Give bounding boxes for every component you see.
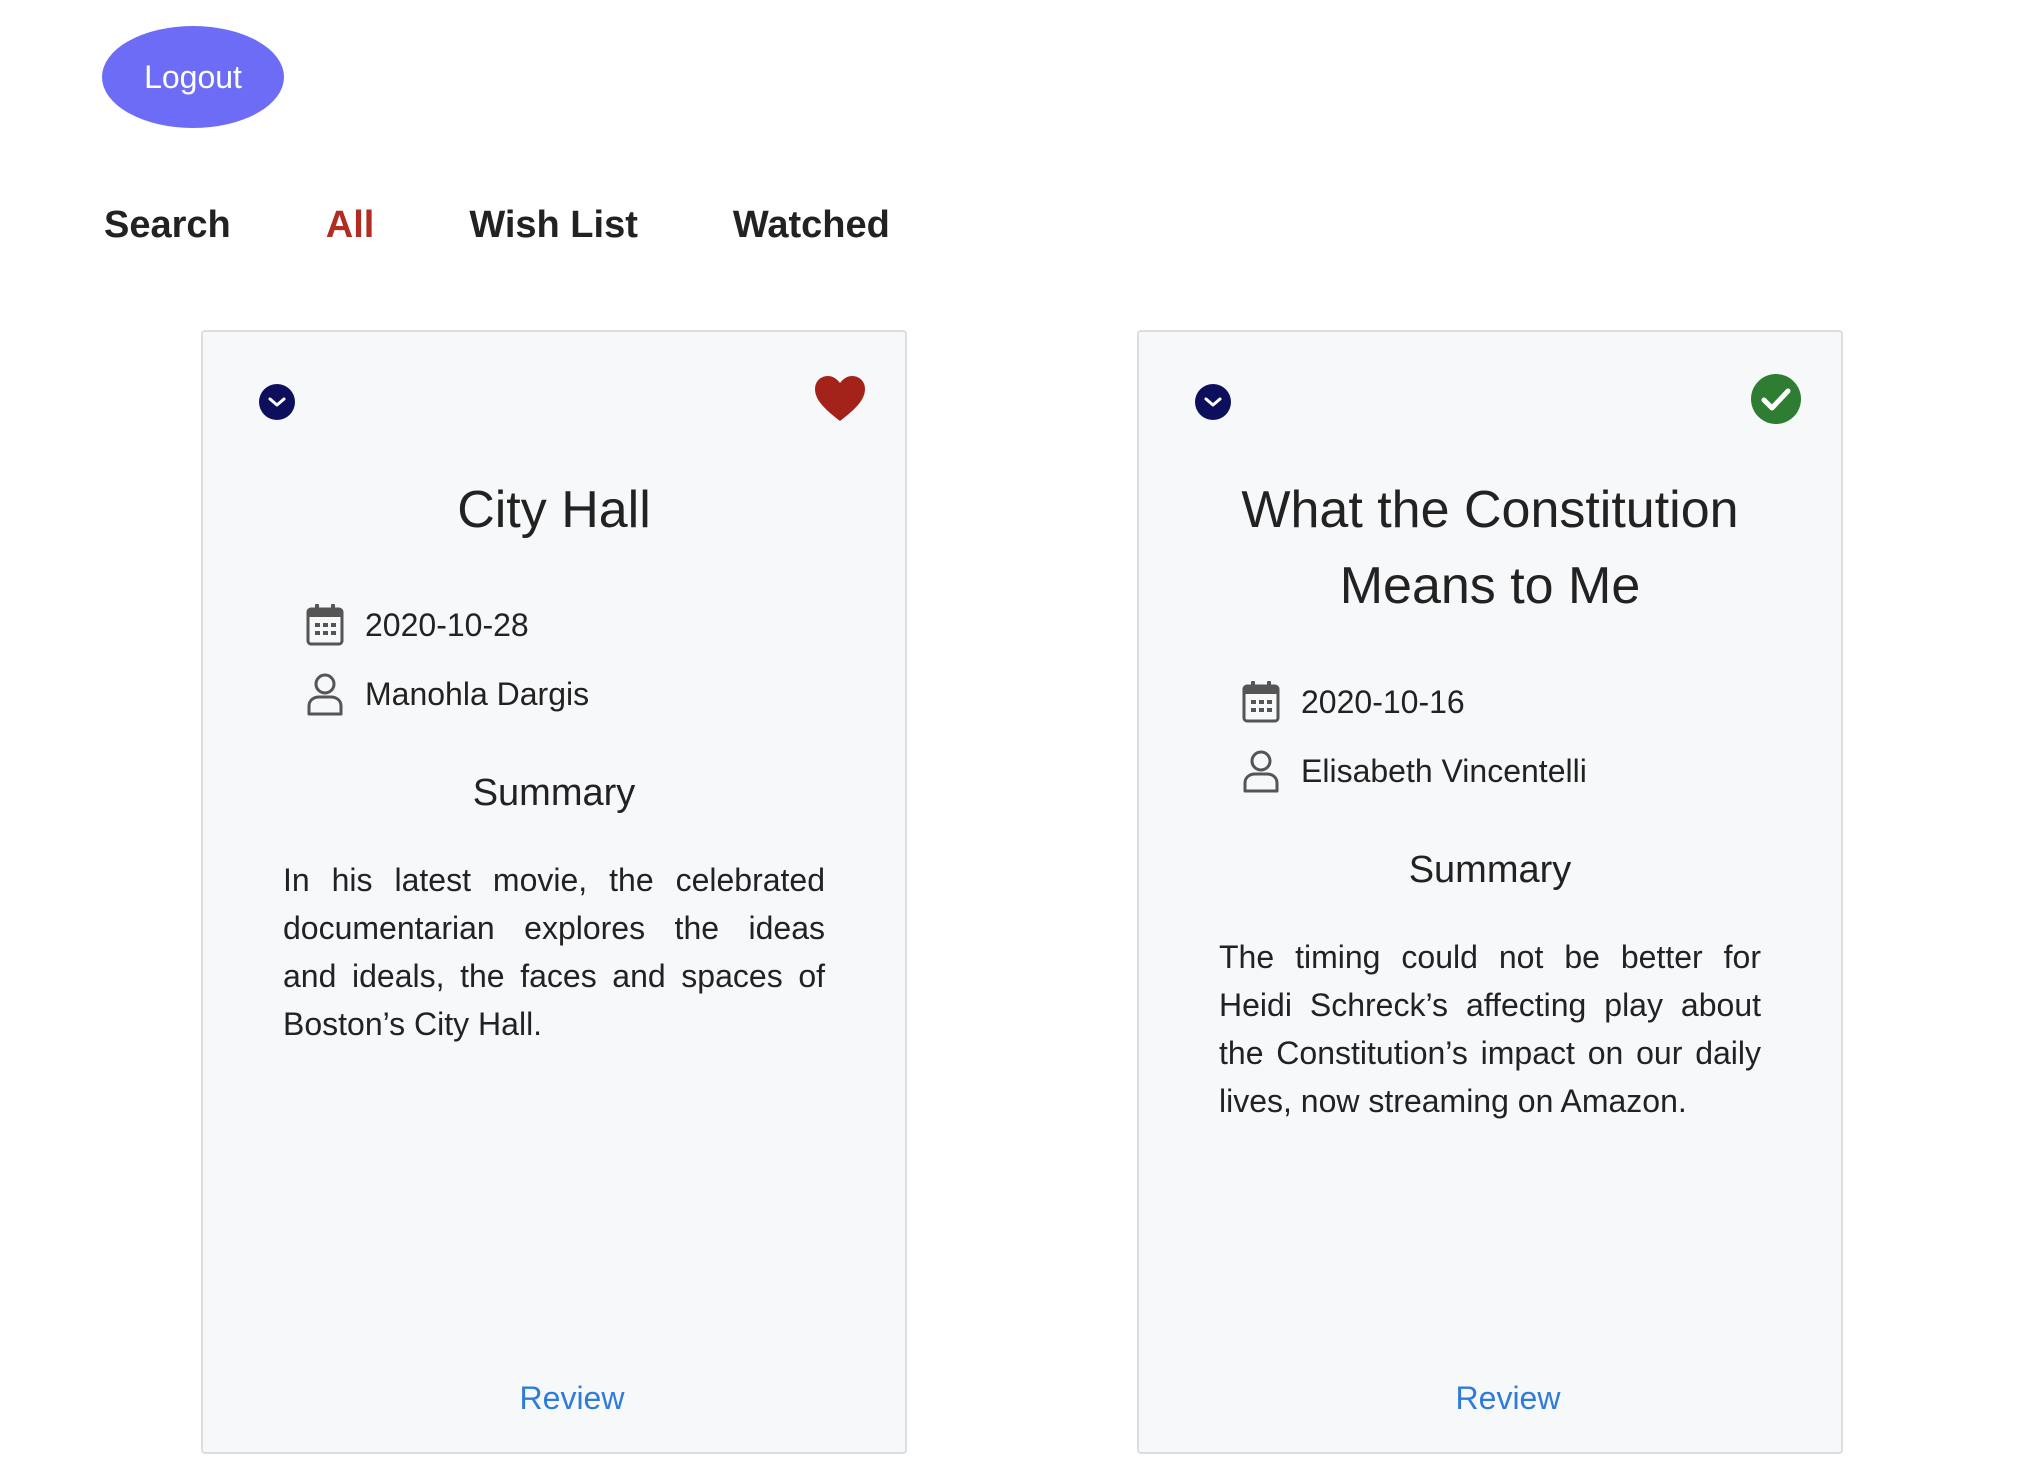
summary-text: The timing could not be better for Heidi… <box>1219 939 1761 1119</box>
movie-author: Manohla Dargis <box>365 675 590 712</box>
summary-text: In his latest movie, the celebrated docu… <box>283 862 825 1042</box>
calendar-icon <box>303 602 347 648</box>
calendar-icon <box>1239 679 1283 725</box>
review-link[interactable]: Review <box>203 1380 905 1417</box>
check-circle-icon[interactable] <box>1749 372 1803 426</box>
movie-meta: 2020-10-16 Elisabeth Vincentelli <box>1239 677 1801 815</box>
author-row: Elisabeth Vincentelli <box>1239 746 1801 796</box>
page: Logout Search All Wish List Watched City… <box>0 0 2021 1476</box>
chevron-down-icon[interactable] <box>1195 384 1231 420</box>
summary-heading: Summary <box>1408 849 1572 891</box>
tab-wish-list[interactable]: Wish List <box>469 204 638 247</box>
tab-watched[interactable]: Watched <box>733 204 890 247</box>
date-row: 2020-10-16 <box>1239 677 1801 727</box>
heart-icon[interactable] <box>813 372 867 426</box>
tab-bar: Search All Wish List Watched <box>104 204 890 247</box>
movie-card: What the Constitution Means to Me 2020-1… <box>1137 330 1843 1454</box>
user-icon <box>1239 748 1283 794</box>
movie-date: 2020-10-16 <box>1301 683 1465 720</box>
user-icon <box>303 671 347 717</box>
movie-date: 2020-10-28 <box>365 606 529 643</box>
date-row: 2020-10-28 <box>303 600 865 650</box>
movie-meta: 2020-10-28 Manohla Dargis <box>303 600 865 738</box>
movie-author: Elisabeth Vincentelli <box>1301 752 1587 789</box>
logout-button[interactable]: Logout <box>102 26 284 128</box>
tab-search[interactable]: Search <box>104 204 231 247</box>
movie-title: City Hall <box>457 481 651 539</box>
movie-title: What the Constitution Means to Me <box>1241 481 1739 615</box>
movie-card: City Hall 2020-10-28 Manohla Dargis Summ… <box>201 330 907 1454</box>
chevron-down-icon[interactable] <box>259 384 295 420</box>
author-row: Manohla Dargis <box>303 669 865 719</box>
review-link[interactable]: Review <box>1139 1380 1841 1417</box>
tab-all[interactable]: All <box>326 204 375 247</box>
summary-heading: Summary <box>472 772 636 814</box>
